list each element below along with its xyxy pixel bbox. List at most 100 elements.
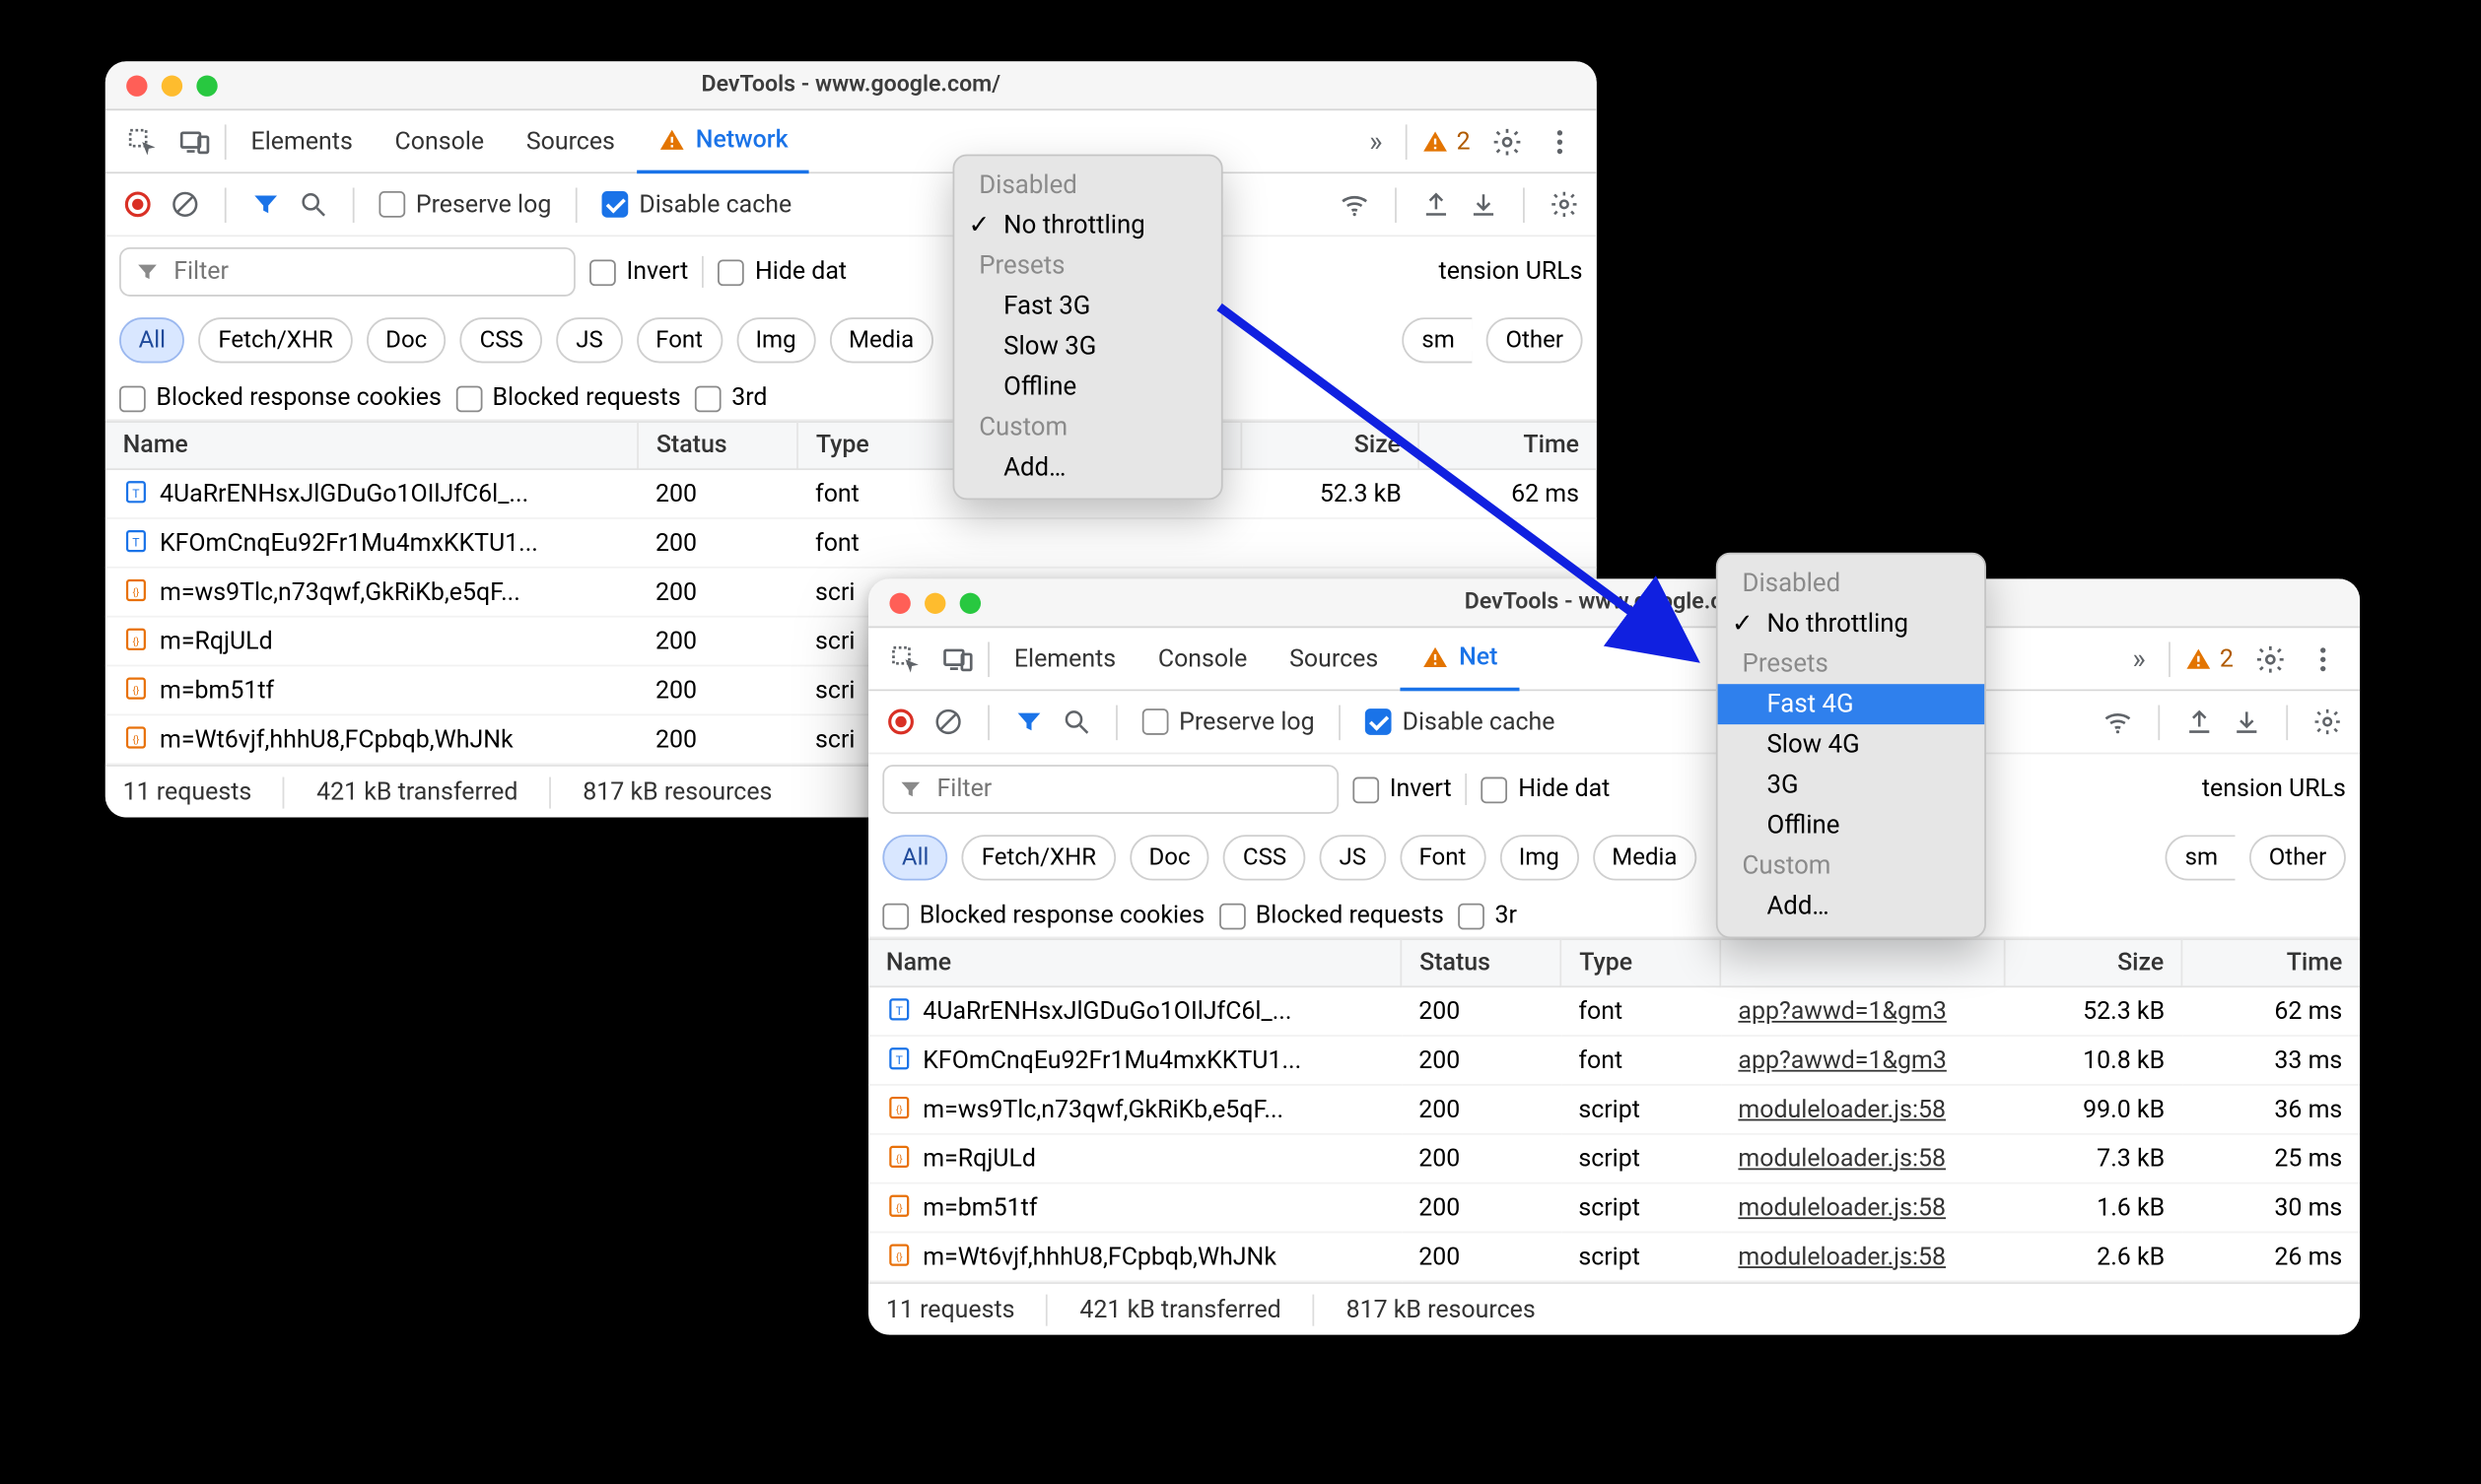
tab-elements[interactable]: Elements <box>230 109 374 172</box>
download-har-icon[interactable] <box>1469 189 1498 219</box>
table-row[interactable]: T4UaRrENHsxJlGDuGo1OIlJfC6l_...200font52… <box>105 469 1597 518</box>
warnings-count[interactable]: 2 <box>1411 127 1481 155</box>
initiator-link[interactable]: moduleloader.js:58 <box>1738 1243 1946 1270</box>
invert-checkbox[interactable]: Invert <box>589 258 688 286</box>
filter-input[interactable]: Filter <box>882 765 1339 814</box>
initiator-link[interactable]: app?awwd=1&gm3 <box>1738 1046 1946 1074</box>
filter-chip-font[interactable]: Font <box>637 317 723 363</box>
close-window-button[interactable] <box>889 592 910 613</box>
filter-chip-sm[interactable]: sm <box>2166 835 2236 880</box>
hide-data-checkbox[interactable]: Hide dat <box>719 258 847 286</box>
table-row[interactable]: {}m=ws9Tlc,n73qwf,GkRiKb,e5qF...200scrip… <box>868 1085 2360 1134</box>
initiator-link[interactable]: moduleloader.js:58 <box>1738 1193 1946 1221</box>
warnings-count[interactable]: 2 <box>2174 644 2244 672</box>
col-type[interactable]: Type <box>1561 939 1721 986</box>
filter-chip-font[interactable]: Font <box>1400 835 1485 880</box>
tab-console[interactable]: Console <box>1137 627 1268 690</box>
dd-item-3g[interactable]: 3G <box>1718 765 1985 805</box>
table-row[interactable]: T4UaRrENHsxJlGDuGo1OIlJfC6l_...200fontap… <box>868 986 2360 1036</box>
minimize-window-button[interactable] <box>925 592 945 613</box>
inspect-element-icon[interactable] <box>879 627 931 690</box>
settings-gear-icon[interactable] <box>2244 627 2297 690</box>
blocked-requests-checkbox[interactable]: Blocked requests <box>1218 902 1443 929</box>
filter-chip-media[interactable]: Media <box>1593 835 1696 880</box>
col-name[interactable]: Name <box>868 939 1401 986</box>
hide-data-checkbox[interactable]: Hide dat <box>1482 776 1610 803</box>
invert-checkbox[interactable]: Invert <box>1352 776 1451 803</box>
col-time[interactable]: Time <box>2182 939 2360 986</box>
blocked-cookies-checkbox[interactable]: Blocked response cookies <box>882 902 1205 929</box>
tab-elements[interactable]: Elements <box>993 627 1137 690</box>
network-settings-gear-icon[interactable] <box>2312 707 2342 736</box>
filter-chip-media[interactable]: Media <box>829 317 932 363</box>
table-row[interactable]: TKFOmCnqEu92Fr1Mu4mxKKTU1...200font <box>105 518 1597 568</box>
tab-network[interactable]: Net <box>1400 627 1519 690</box>
record-button[interactable] <box>123 189 153 219</box>
initiator-link[interactable]: moduleloader.js:58 <box>1738 1096 1946 1123</box>
clear-button[interactable] <box>171 189 200 219</box>
filter-chip-js[interactable]: JS <box>557 317 623 363</box>
dd-item-offline[interactable]: Offline <box>1718 805 1985 845</box>
filter-chip-js[interactable]: JS <box>1320 835 1386 880</box>
col-status[interactable]: Status <box>638 422 797 469</box>
table-row[interactable]: {}m=bm51tf200scriptmoduleloader.js:581.6… <box>868 1183 2360 1233</box>
filter-chip-css[interactable]: CSS <box>1223 835 1305 880</box>
more-tabs-button[interactable]: » <box>2112 627 2165 690</box>
upload-har-icon[interactable] <box>1421 189 1451 219</box>
col-time[interactable]: Time <box>1419 422 1597 469</box>
initiator-link[interactable]: moduleloader.js:58 <box>1738 1144 1946 1172</box>
filter-chip-other[interactable]: Other <box>1486 317 1583 363</box>
filter-chip-other[interactable]: Other <box>2249 835 2346 880</box>
filter-chip-doc[interactable]: Doc <box>1130 835 1209 880</box>
filter-toggle-icon[interactable] <box>1014 707 1044 736</box>
disable-cache-checkbox[interactable]: Disable cache <box>1365 708 1554 735</box>
dd-item-slow-4g[interactable]: Slow 4G <box>1718 724 1985 765</box>
third-party-checkbox[interactable]: 3rd <box>695 384 768 412</box>
dd-item-no-throttling[interactable]: ✓No throttling <box>954 205 1221 245</box>
kebab-menu-icon[interactable] <box>1534 109 1586 172</box>
col-name[interactable]: Name <box>105 422 638 469</box>
col-size[interactable]: Size <box>2005 939 2182 986</box>
network-settings-gear-icon[interactable] <box>1550 189 1579 219</box>
wifi-throttling-icon[interactable] <box>2102 706 2133 737</box>
upload-har-icon[interactable] <box>2184 707 2214 736</box>
table-row[interactable]: TKFOmCnqEu92Fr1Mu4mxKKTU1...200fontapp?a… <box>868 1036 2360 1085</box>
col-type[interactable]: Type <box>797 422 957 469</box>
dd-item-no-throttling[interactable]: ✓No throttling <box>1718 603 1985 643</box>
filter-chip-all[interactable]: All <box>119 317 185 363</box>
disable-cache-checkbox[interactable]: Disable cache <box>602 190 792 218</box>
filter-chip-img[interactable]: Img <box>1499 835 1578 880</box>
table-row[interactable]: {}m=Wt6vjf,hhhU8,FCpbqb,WhJNk200scriptmo… <box>868 1232 2360 1281</box>
blocked-cookies-checkbox[interactable]: Blocked response cookies <box>119 384 442 412</box>
table-row[interactable]: {}m=RqjULd200scriptmoduleloader.js:587.3… <box>868 1134 2360 1183</box>
third-party-checkbox[interactable]: 3r <box>1458 902 1517 929</box>
filter-chip-all[interactable]: All <box>882 835 948 880</box>
filter-toggle-icon[interactable] <box>251 189 281 219</box>
filter-chip-doc[interactable]: Doc <box>367 317 447 363</box>
inspect-element-icon[interactable] <box>115 109 168 172</box>
dd-item-add[interactable]: Add… <box>1718 886 1985 926</box>
settings-gear-icon[interactable] <box>1481 109 1533 172</box>
dd-item-fast-4g[interactable]: Fast 4G <box>1718 684 1985 724</box>
tab-sources[interactable]: Sources <box>505 109 636 172</box>
record-button[interactable] <box>886 707 916 736</box>
search-icon[interactable] <box>1062 707 1091 736</box>
filter-input[interactable]: Filter <box>119 247 576 297</box>
download-har-icon[interactable] <box>2232 707 2261 736</box>
zoom-window-button[interactable] <box>196 75 217 96</box>
kebab-menu-icon[interactable] <box>2297 627 2349 690</box>
tab-sources[interactable]: Sources <box>1269 627 1400 690</box>
more-tabs-button[interactable]: » <box>1349 109 1402 172</box>
filter-chip-sm[interactable]: sm <box>1403 317 1473 363</box>
tab-network[interactable]: Network <box>636 109 809 172</box>
preserve-log-checkbox[interactable]: Preserve log <box>1142 708 1315 735</box>
close-window-button[interactable] <box>126 75 147 96</box>
initiator-link[interactable]: app?awwd=1&gm3 <box>1738 997 1946 1025</box>
dd-item-fast-3g[interactable]: Fast 3G <box>954 286 1221 326</box>
dd-item-offline[interactable]: Offline <box>954 367 1221 407</box>
dd-item-slow-3g[interactable]: Slow 3G <box>954 326 1221 367</box>
search-icon[interactable] <box>299 189 328 219</box>
filter-chip-fetchxhr[interactable]: Fetch/XHR <box>199 317 353 363</box>
col-status[interactable]: Status <box>1401 939 1560 986</box>
clear-button[interactable] <box>933 707 963 736</box>
